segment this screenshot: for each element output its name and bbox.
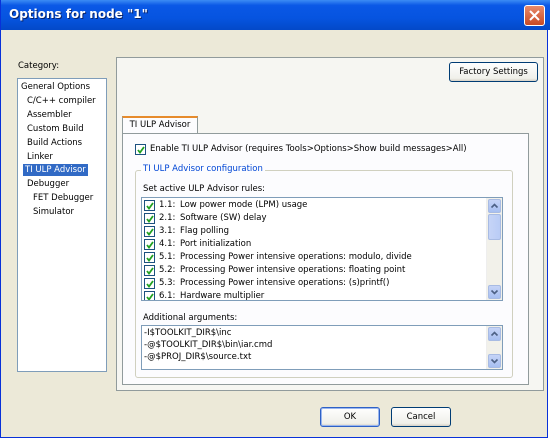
enable-checkbox[interactable] [135,144,146,155]
close-button[interactable] [524,5,545,26]
category-item-cpp-compiler[interactable]: C/C++ compiler [25,95,98,107]
chevron-up-icon [490,203,499,209]
rule-checkbox[interactable] [144,265,155,276]
checkmark-icon [137,146,145,154]
checkmark-icon [146,241,154,249]
rule-checkbox[interactable] [144,200,155,211]
title-bar[interactable]: Options for node "1" [1,0,550,30]
category-list[interactable]: General Options C/C++ compiler Assembler… [17,78,107,372]
category-item-simulator[interactable]: Simulator [31,206,76,218]
checkmark-icon [146,254,154,262]
group-title: TI ULP Advisor configuration [141,164,265,174]
cancel-button[interactable]: Cancel [391,407,451,427]
checkmark-icon [146,202,154,210]
arg-line: -I$TOOLKIT_DIR$\inc [144,328,232,338]
scroll-up-button[interactable] [488,199,501,213]
chevron-down-icon [490,289,499,295]
rules-scrollbar[interactable] [486,198,502,300]
checkmark-icon [146,228,154,236]
ok-button[interactable]: OK [320,407,380,427]
rule-id: 4.1: [159,239,176,249]
rule-text: Flag polling [180,226,230,236]
rule-id: 2.1: [159,213,176,223]
chevron-down-icon [490,358,499,364]
rule-text: Software (SW) delay [180,213,267,223]
rule-id: 1.1: [159,200,176,210]
checkmark-icon [146,215,154,223]
rule-text: Hardware multiplier [180,291,265,301]
rule-checkbox[interactable] [144,213,155,224]
options-dialog: Options for node "1" Category: General O… [0,0,550,438]
category-item-general-options[interactable]: General Options [19,81,92,93]
scroll-thumb[interactable] [488,214,501,240]
rule-id: 3.1: [159,226,176,236]
scroll-down-button[interactable] [488,354,501,368]
checkmark-icon [146,280,154,288]
category-label: Category: [18,61,60,71]
rule-id: 5.1: [159,252,176,262]
rules-label: Set active ULP Advisor rules: [143,184,266,194]
rule-checkbox[interactable] [144,278,155,289]
rule-text: Port initialization [180,239,252,249]
checkmark-icon [146,293,154,300]
rule-checkbox[interactable] [144,226,155,237]
args-label: Additional arguments: [143,313,238,323]
tab-ti-ulp-advisor[interactable]: TI ULP Advisor [122,116,198,134]
args-scrollbar[interactable] [486,326,502,369]
rule-text: Processing Power intensive operations: (… [180,278,390,288]
scroll-up-button[interactable] [488,327,501,341]
rule-checkbox[interactable] [144,252,155,263]
category-item-linker[interactable]: Linker [25,151,55,163]
category-item-build-actions[interactable]: Build Actions [25,137,84,149]
category-item-ti-ulp-advisor[interactable]: TI ULP Advisor [23,164,88,176]
rule-id: 6.1: [159,291,176,301]
factory-settings-button[interactable]: Factory Settings [449,62,538,82]
chevron-up-icon [490,331,499,337]
checkmark-icon [146,267,154,275]
category-item-debugger[interactable]: Debugger [25,178,71,190]
rule-id: 5.2: [159,265,176,275]
arg-line: -@$PROJ_DIR$\source.txt [144,352,252,362]
rule-checkbox[interactable] [144,239,155,250]
arg-line: -@$TOOLKIT_DIR$\bin\iar.cmd [144,340,273,350]
category-item-fet-debugger[interactable]: FET Debugger [31,192,95,204]
rule-id: 5.3: [159,278,176,288]
scroll-down-button[interactable] [488,285,501,299]
category-item-assembler[interactable]: Assembler [25,109,74,121]
additional-args-textarea[interactable]: -I$TOOLKIT_DIR$\inc -@$TOOLKIT_DIR$\bin\… [141,325,503,370]
rule-text: Processing Power intensive operations: m… [180,252,412,262]
enable-label: Enable TI ULP Advisor (requires Tools>Op… [150,144,467,154]
rules-list[interactable]: 1.1: Low power mode (LPM) usage 2.1: Sof… [141,197,503,301]
close-icon [529,10,540,21]
rule-checkbox[interactable] [144,291,155,300]
category-item-custom-build[interactable]: Custom Build [25,123,86,135]
rule-text: Low power mode (LPM) usage [180,200,308,210]
window-title: Options for node "1" [9,7,148,21]
rule-text: Processing Power intensive operations: f… [180,265,406,275]
